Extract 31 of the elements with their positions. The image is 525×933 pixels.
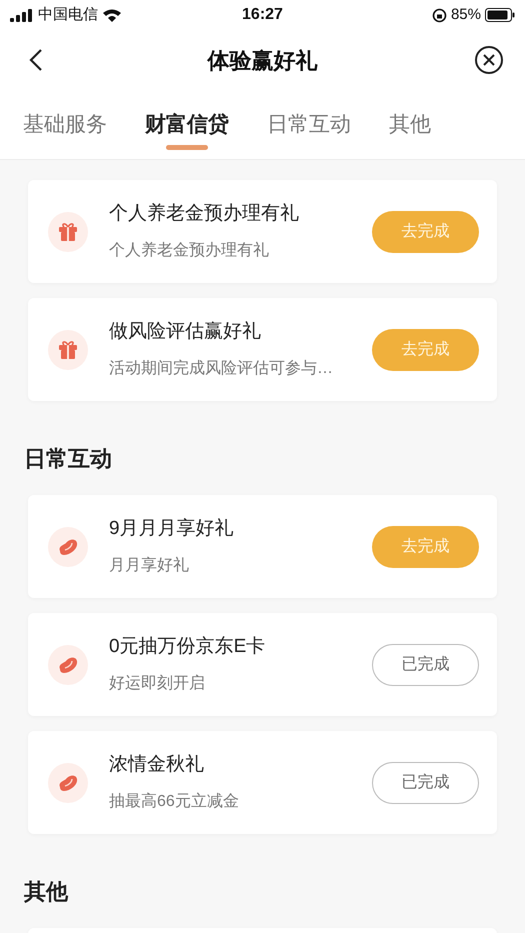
task-title: 个人养老金预办理有礼 bbox=[109, 202, 300, 226]
task-title: 9月月月享好礼 bbox=[109, 517, 235, 542]
task-description: 活动期间完成风险评估可参与… bbox=[109, 358, 334, 379]
battery-icon bbox=[484, 8, 515, 22]
task-description: 月月享好礼 bbox=[109, 556, 190, 576]
completed-button[interactable]: 已完成 bbox=[372, 762, 479, 804]
page-title: 体验赢好礼 bbox=[208, 46, 318, 74]
carrier-name: 中国电信 bbox=[38, 4, 98, 25]
task-title: 0元抽万份京东E卡 bbox=[109, 635, 266, 660]
category-tab[interactable]: 基础服务 bbox=[23, 100, 107, 148]
category-tab[interactable]: 日常互动 bbox=[267, 100, 351, 148]
completed-button[interactable]: 已完成 bbox=[372, 644, 479, 686]
task-title: 做风险评估赢好礼 bbox=[109, 320, 262, 344]
task-title: 浓情金秋礼 bbox=[109, 753, 205, 778]
section-title: 日常互动 bbox=[24, 445, 113, 473]
signal-icon bbox=[10, 8, 34, 22]
category-tab[interactable]: 财富信贷 bbox=[145, 100, 229, 148]
gift-icon bbox=[57, 220, 79, 242]
chevron-left-icon bbox=[29, 48, 43, 72]
gift-icon bbox=[57, 338, 79, 360]
close-icon bbox=[474, 45, 504, 75]
category-tab[interactable]: 其他 bbox=[389, 100, 431, 148]
rotation-lock-icon bbox=[432, 8, 447, 22]
close-button[interactable] bbox=[473, 44, 505, 76]
task-description: 个人养老金预办理有礼 bbox=[109, 240, 270, 261]
battery-percent: 85% bbox=[450, 4, 481, 25]
wifi-icon bbox=[102, 8, 122, 22]
task-description: 抽最高66元立减金 bbox=[109, 792, 240, 812]
task-description: 好运即刻开启 bbox=[109, 674, 206, 694]
section-title: 其他 bbox=[24, 878, 70, 906]
clock-time: 16:27 bbox=[242, 5, 283, 25]
